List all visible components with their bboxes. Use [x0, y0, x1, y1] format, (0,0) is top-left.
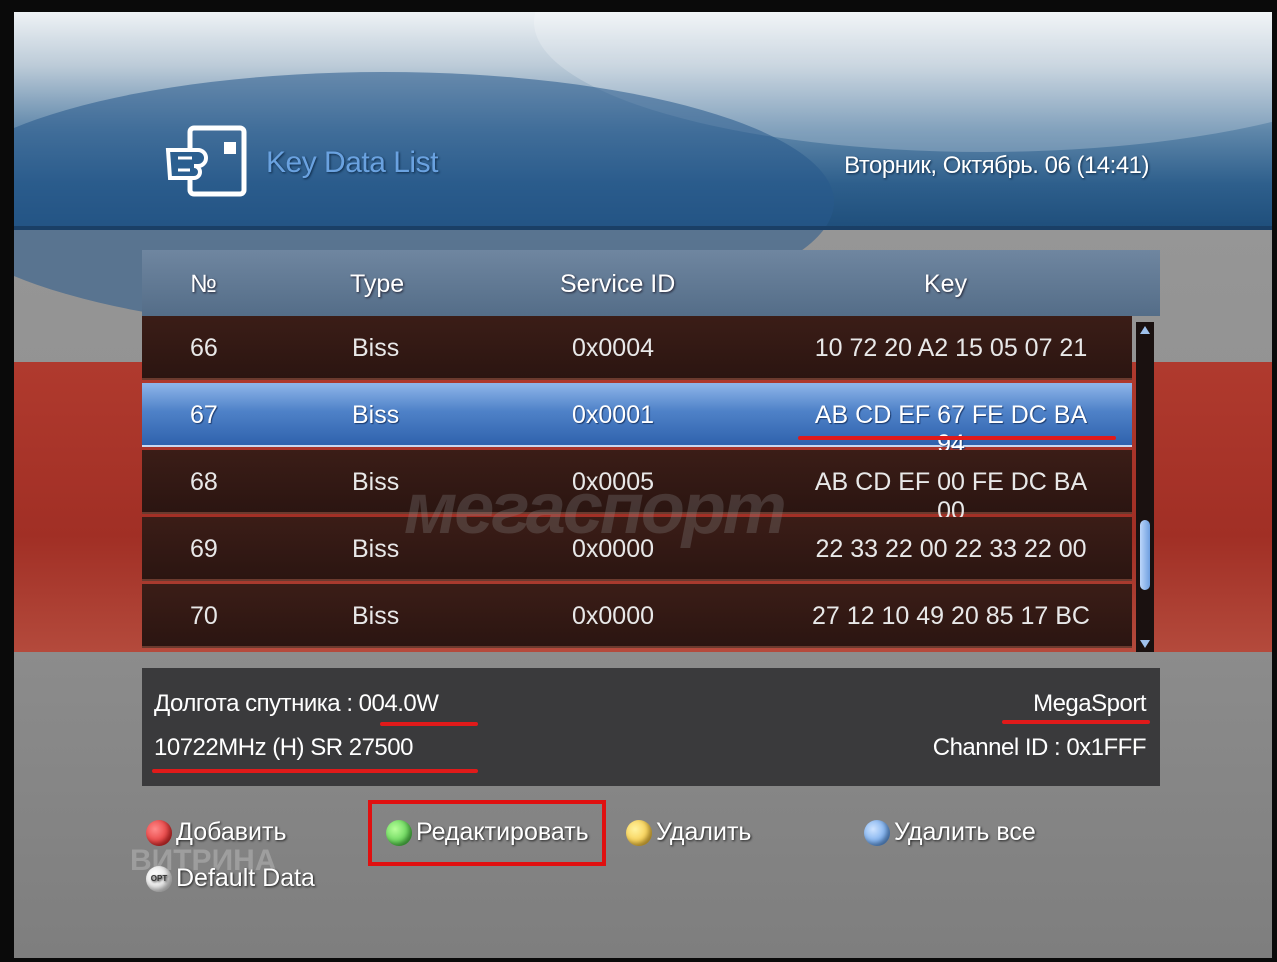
row-type: Biss	[352, 468, 400, 496]
delete-label: Удалить	[656, 818, 752, 846]
header: Key Data List Вторник, Октябрь. 06 (14:4…	[14, 12, 1272, 332]
row-service-id: 0x0001	[572, 401, 655, 429]
column-header-service-id: Service ID	[560, 270, 676, 298]
datetime: Вторник, Октябрь. 06 (14:41)	[844, 152, 1149, 179]
annotation-underline	[1002, 720, 1150, 724]
row-key: 22 33 22 00 22 33 22 00	[815, 535, 1087, 563]
blue-button-icon	[864, 819, 890, 846]
header-divider	[14, 226, 1272, 230]
annotation-highlight-box	[368, 800, 606, 866]
delete-all-label: Удалить все	[894, 818, 1036, 846]
row-number: 67	[190, 401, 218, 429]
row-service-id: 0x0000	[572, 602, 655, 630]
add-label: Добавить	[176, 818, 287, 846]
scrollbar[interactable]	[1136, 322, 1154, 652]
scroll-up-arrow-icon[interactable]	[1140, 326, 1150, 334]
opt-button-icon: OPT	[146, 865, 172, 892]
row-number: 70	[190, 602, 218, 630]
transponder-frequency: 10722MHz (H) SR 27500	[154, 734, 413, 761]
tv-screen: Key Data List Вторник, Октябрь. 06 (14:4…	[14, 12, 1272, 958]
table-header: № Type Service ID Key	[142, 250, 1160, 316]
red-button-icon	[146, 819, 172, 846]
yellow-button-icon	[626, 819, 652, 846]
add-button[interactable]: Добавить	[146, 818, 287, 847]
default-data-label: Default Data	[176, 864, 315, 892]
key-card-icon	[165, 125, 247, 197]
row-type: Biss	[352, 602, 400, 630]
column-header-number: №	[190, 270, 217, 298]
row-type: Biss	[352, 535, 400, 563]
column-header-key: Key	[924, 270, 968, 298]
default-data-button[interactable]: OPT Default Data	[146, 864, 315, 893]
row-type: Biss	[352, 334, 400, 362]
row-key: 10 72 20 A2 15 05 07 21	[814, 334, 1088, 362]
page-title: Key Data List	[266, 146, 438, 179]
annotation-underline	[380, 722, 478, 726]
row-number: 69	[190, 535, 218, 563]
delete-button[interactable]: Удалить	[626, 818, 751, 847]
delete-all-button[interactable]: Удалить все	[864, 818, 1036, 847]
annotation-underline	[798, 436, 1116, 440]
table-row[interactable]: 66 Biss 0x0004 10 72 20 A2 15 05 07 21	[142, 316, 1132, 380]
row-key: 27 12 10 49 20 85 17 BC	[811, 602, 1090, 630]
row-number: 68	[190, 468, 218, 496]
scrollbar-thumb[interactable]	[1140, 520, 1150, 590]
table-row[interactable]: 70 Biss 0x0000 27 12 10 49 20 85 17 BC	[142, 584, 1132, 648]
satellite-position: Долгота спутника : 004.0W	[154, 690, 439, 717]
column-header-type: Type	[350, 270, 405, 298]
channel-id: Channel ID : 0x1FFF	[932, 734, 1147, 761]
row-type: Biss	[352, 401, 400, 429]
scroll-down-arrow-icon[interactable]	[1140, 640, 1150, 648]
channel-watermark: мегаспорт	[404, 469, 787, 549]
row-number: 66	[190, 334, 218, 362]
annotation-underline	[152, 769, 478, 773]
channel-name: MegaSport	[1033, 690, 1146, 717]
row-service-id: 0x0004	[572, 334, 655, 362]
